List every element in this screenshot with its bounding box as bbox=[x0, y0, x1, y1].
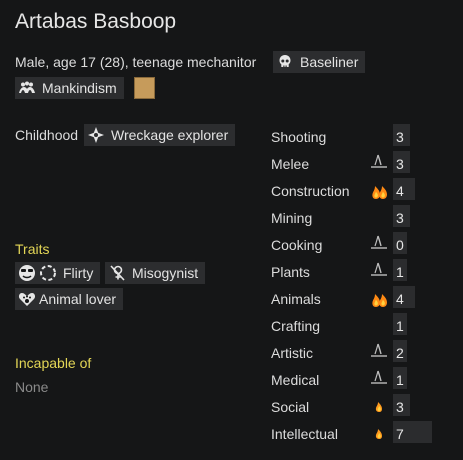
character-name: Artabas Basboop bbox=[15, 10, 177, 33]
skill-name-medical: Medical bbox=[271, 372, 320, 388]
xenotype-chip[interactable]: Baseliner bbox=[273, 51, 366, 73]
incapable-header: Incapable of bbox=[15, 355, 92, 371]
skill-name-social: Social bbox=[271, 399, 310, 415]
diamond-compass-icon bbox=[87, 126, 105, 144]
skill-value-intellectual: 7 bbox=[396, 426, 404, 442]
childhood-chip[interactable]: Wreckage explorer bbox=[84, 124, 236, 146]
skill-name-melee: Melee bbox=[271, 156, 310, 172]
skull-icon bbox=[276, 53, 294, 71]
skill-value-crafting: 1 bbox=[396, 318, 404, 334]
ideology-chip[interactable]: Mankindism bbox=[15, 77, 124, 99]
skill-name-artistic: Artistic bbox=[271, 345, 313, 361]
childhood-value: Wreckage explorer bbox=[111, 127, 229, 143]
skill-name-shooting: Shooting bbox=[271, 129, 327, 145]
ideology-label: Mankindism bbox=[42, 80, 117, 96]
skill-name-mining: Mining bbox=[271, 210, 313, 226]
favorite-color-swatch bbox=[134, 77, 155, 99]
skill-value-animals: 4 bbox=[396, 291, 404, 307]
skill-name-animals: Animals bbox=[271, 291, 321, 307]
xenotype-label: Baseliner bbox=[300, 54, 359, 70]
skill-name-construction: Construction bbox=[271, 183, 350, 199]
trait-flirty-chip[interactable]: Flirty bbox=[15, 262, 101, 284]
skill-value-plants: 1 bbox=[396, 264, 404, 280]
skill-name-cooking: Cooking bbox=[271, 237, 323, 253]
skill-value-artistic: 2 bbox=[396, 345, 404, 361]
trait-label: Flirty bbox=[63, 265, 94, 281]
face-icon bbox=[18, 264, 36, 282]
character-description: Male, age 17 (28), teenage mechanitor bbox=[15, 54, 257, 70]
passion-unused-icon bbox=[369, 343, 391, 363]
passion-minor-icon bbox=[369, 424, 391, 444]
passion-unused-icon bbox=[369, 370, 391, 390]
skill-name-intellectual: Intellectual bbox=[271, 426, 338, 442]
skill-value-medical: 1 bbox=[396, 372, 404, 388]
skill-name-crafting: Crafting bbox=[271, 318, 321, 334]
trait-label: Misogynist bbox=[132, 265, 199, 281]
skill-value-shooting: 3 bbox=[396, 129, 404, 145]
passion-unused-icon bbox=[369, 154, 391, 174]
ideology-icon bbox=[18, 79, 36, 97]
trait-animal-lover-chip[interactable]: Animal lover bbox=[15, 288, 124, 310]
traits-header: Traits bbox=[15, 241, 50, 257]
skill-value-construction: 4 bbox=[396, 183, 404, 199]
paw-heart-icon bbox=[18, 290, 36, 308]
skill-value-social: 3 bbox=[396, 399, 404, 415]
female-symbol-crossed-icon bbox=[108, 264, 126, 282]
skill-value-mining: 3 bbox=[396, 210, 404, 226]
incapable-value: None bbox=[15, 379, 49, 395]
skill-value-cooking: 0 bbox=[396, 237, 404, 253]
skill-value-melee: 3 bbox=[396, 156, 404, 172]
trait-label: Animal lover bbox=[39, 291, 117, 307]
passion-minor-icon bbox=[369, 397, 391, 417]
circle-dashed-icon bbox=[39, 264, 57, 282]
childhood-label: Childhood bbox=[15, 127, 79, 143]
passion-unused-icon bbox=[369, 262, 391, 282]
skill-name-plants: Plants bbox=[271, 264, 310, 280]
passion-unused-icon bbox=[369, 235, 391, 255]
passion-major-icon bbox=[369, 289, 391, 309]
trait-misogynist-chip[interactable]: Misogynist bbox=[105, 262, 206, 284]
passion-major-icon bbox=[369, 181, 391, 201]
